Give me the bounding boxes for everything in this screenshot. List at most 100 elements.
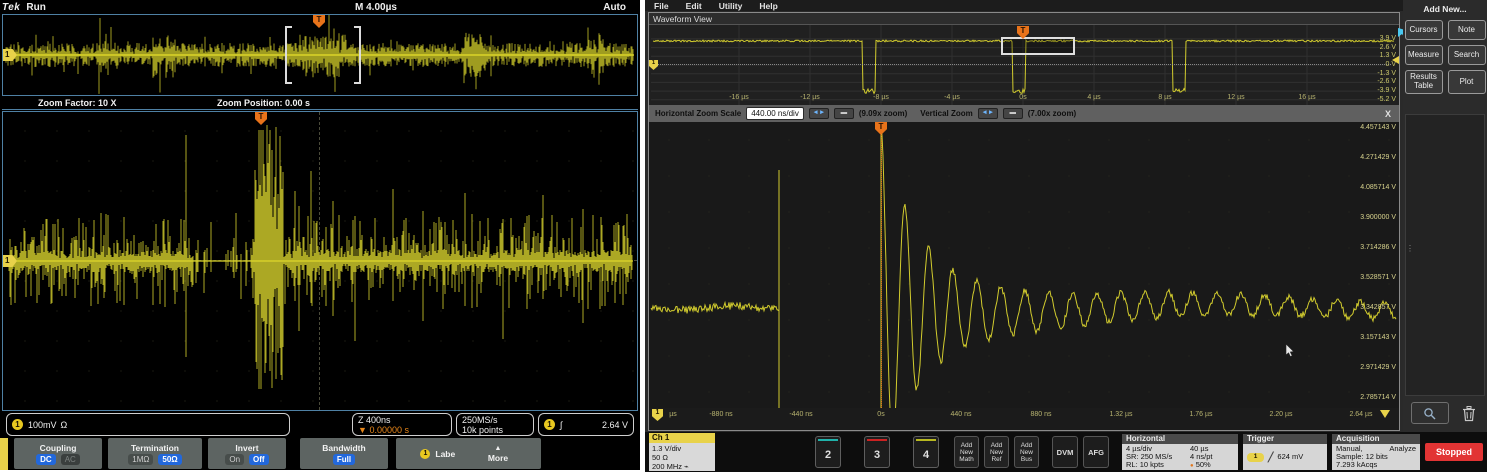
zoom-time-tick: 1.32 µs [1109, 411, 1132, 418]
delete-button[interactable] [1457, 401, 1481, 425]
channel1-settings: 1.3 V/div 50 Ω 200 MHz ⌁ [649, 443, 715, 471]
horizontal-zoom-scale-input[interactable]: 440.00 ns/div [746, 107, 804, 120]
horizontal-zoom-scale-label: Horizontal Zoom Scale [655, 109, 741, 118]
trigger-readout: 1 ∫ 2.64 V [538, 413, 634, 436]
bandwidth-value[interactable]: Full [333, 454, 355, 465]
menu-file[interactable]: File [654, 1, 669, 11]
settings-bar: Ch 1 1.3 V/div 50 Ω 200 MHz ⌁ 2 3 4 [645, 432, 1487, 472]
zoom-voltage-tick: 3.342857 V [1360, 304, 1396, 311]
bracket-cap [354, 82, 361, 84]
zoom-window-left-bracket[interactable] [285, 26, 287, 84]
horizontal-panel[interactable]: Horizontal 4 µs/div40 µs SR: 250 MS/s4 n… [1122, 434, 1238, 470]
time-axis-row: 1 µs -880 ns-440 ns0s440 ns880 ns1.32 µs… [649, 408, 1399, 421]
left-zoom-waveform [3, 112, 637, 410]
zoom-position-icon: ▼ [358, 425, 367, 435]
overview-time-tick: -16 µs [729, 94, 749, 101]
horizontal-zoom-minus-button[interactable]: ▬ [834, 108, 854, 119]
vertical-zoom-factor: (7.00x zoom) [1028, 109, 1076, 118]
results-bar-area: ⋮ [1405, 114, 1485, 396]
channel2-button[interactable]: 2 [815, 436, 841, 468]
vertical-zoom-minus-button[interactable]: ▬ [1003, 108, 1023, 119]
trigger-title: Trigger [1243, 434, 1327, 444]
horizontal-zoom-arrows-button[interactable]: ◄► [809, 108, 829, 119]
right-zoom-graticule: T 4.457143 V4.271429 V4.085714 V3.900000… [649, 122, 1399, 408]
zoom-window-right-bracket[interactable] [359, 26, 361, 84]
zoom-voltage-tick: 2.785714 V [1360, 394, 1396, 401]
screenshot-stage: Tek Run M 4.00µs Auto T 1 Zoom Factor: 1… [0, 0, 1487, 476]
bandwidth-button[interactable]: Bandwidth Full [300, 438, 388, 469]
invert-on-option[interactable]: On [225, 454, 244, 465]
channel1-coupling-symbol: Ω [61, 420, 68, 430]
afg-button[interactable]: AFG [1083, 436, 1109, 468]
left-overview-graticule: T 1 [2, 14, 638, 96]
trigger-time-line [881, 135, 882, 408]
menu-utility[interactable]: Utility [719, 1, 743, 11]
plot-button[interactable]: Plot [1448, 70, 1486, 94]
add-new-bus-button[interactable]: AddNewBus [1014, 436, 1039, 468]
zoom-time-tick: 880 ns [1030, 411, 1051, 418]
measure-button[interactable]: Measure [1405, 45, 1443, 65]
left-zoom-graticule: T 1 [2, 111, 638, 411]
cursors-button[interactable]: Cursors [1405, 20, 1443, 40]
termination-50-option[interactable]: 50Ω [158, 454, 181, 465]
note-button[interactable]: Note [1448, 20, 1486, 40]
results-table-button[interactable]: Results Table [1405, 70, 1443, 94]
trigger-panel[interactable]: Trigger 1 ╱ 624 mV [1243, 434, 1327, 470]
zoom-time-tick: 440 ns [950, 411, 971, 418]
zoom-scale: Z 400ns [358, 415, 391, 425]
add-new-math-button[interactable]: AddNewMath [954, 436, 979, 468]
trigger-level-below-arrow [1380, 410, 1390, 418]
channel3-button[interactable]: 3 [864, 436, 890, 468]
stopped-run-stop-button[interactable]: Stopped [1425, 443, 1483, 461]
zoom-voltage-tick: 3.900000 V [1360, 214, 1396, 221]
bracket-cap [285, 26, 292, 28]
search-button[interactable]: Search [1448, 45, 1486, 65]
add-new-ref-button[interactable]: AddNewRef [984, 436, 1009, 468]
overview-voltage-tick: -2.6 V [1377, 78, 1396, 85]
waveform-view-title: Waveform View [649, 13, 1399, 25]
zoom-position-value: ▼ 0.00000 s [358, 425, 409, 435]
zoom-position-readout: Zoom Position: 0.00 s [217, 98, 310, 108]
coupling-ac-option[interactable]: AC [61, 454, 80, 465]
zoom-voltage-tick: 4.457143 V [1360, 124, 1396, 131]
acquisition-panel[interactable]: Acquisition Manual,Analyze Sample: 12 bi… [1332, 434, 1420, 470]
coupling-dc-option[interactable]: DC [36, 454, 56, 465]
overview-time-tick: 4 µs [1087, 94, 1100, 101]
left-softkey-menu: Coupling DC AC Termination 1MΩ 50Ω Inver… [0, 438, 640, 470]
zoom-voltage-tick: 3.528571 V [1360, 274, 1396, 281]
zoom-time-tick: 0s [877, 411, 884, 418]
channel1-badge: 1 [12, 419, 23, 430]
coupling-button[interactable]: Coupling DC AC [14, 438, 102, 469]
termination-1m-option[interactable]: 1MΩ [128, 454, 153, 465]
channel1-settings-badge[interactable]: Ch 1 1.3 V/div 50 Ω 200 MHz ⌁ [649, 433, 715, 471]
drag-handle[interactable]: ⋮ [1406, 247, 1414, 250]
menu-help[interactable]: Help [759, 1, 777, 11]
zoom-position-number: 0.00000 s [369, 425, 409, 435]
overview-time-tick: -12 µs [800, 94, 820, 101]
more-button[interactable]: ▲ More [455, 438, 541, 469]
channel3-number: 3 [865, 449, 889, 461]
menu-edit[interactable]: Edit [686, 1, 702, 11]
dvm-button[interactable]: DVM [1052, 436, 1078, 468]
zoom-voltage-tick: 4.085714 V [1360, 184, 1396, 191]
more-up-arrow-icon: ▲ [495, 445, 502, 452]
left-oscilloscope-screen: Tek Run M 4.00µs Auto T 1 Zoom Factor: 1… [0, 0, 640, 470]
zoom-voltage-tick: 3.714286 V [1360, 244, 1396, 251]
invert-title: Invert [235, 443, 258, 453]
trigger-level-arrow[interactable] [1392, 56, 1399, 64]
zoom-mode-button[interactable] [1411, 402, 1449, 424]
zoom-time-tick: 2.20 µs [1269, 411, 1292, 418]
vertical-zoom-arrows-button[interactable]: ◄► [978, 108, 998, 119]
zoom-selection-box[interactable] [1001, 37, 1075, 55]
vertical-zoom-label: Vertical Zoom [920, 109, 972, 118]
overview-voltage-tick: -5.2 V [1377, 96, 1396, 103]
termination-button[interactable]: Termination 1MΩ 50Ω [108, 438, 202, 469]
channel4-button[interactable]: 4 [913, 436, 939, 468]
right-oscilloscope-screen: File Edit Utility Help Waveform View T -… [645, 0, 1487, 472]
invert-off-option[interactable]: Off [249, 454, 269, 465]
termination-title: Termination [131, 443, 179, 453]
left-top-status-bar: Tek Run M 4.00µs Auto [0, 0, 640, 14]
invert-button[interactable]: Invert On Off [208, 438, 286, 469]
zoom-close-button[interactable]: X [1385, 109, 1393, 119]
zoom-info-bar: Zoom Factor: 10 X Zoom Position: 0.00 s [2, 97, 638, 110]
